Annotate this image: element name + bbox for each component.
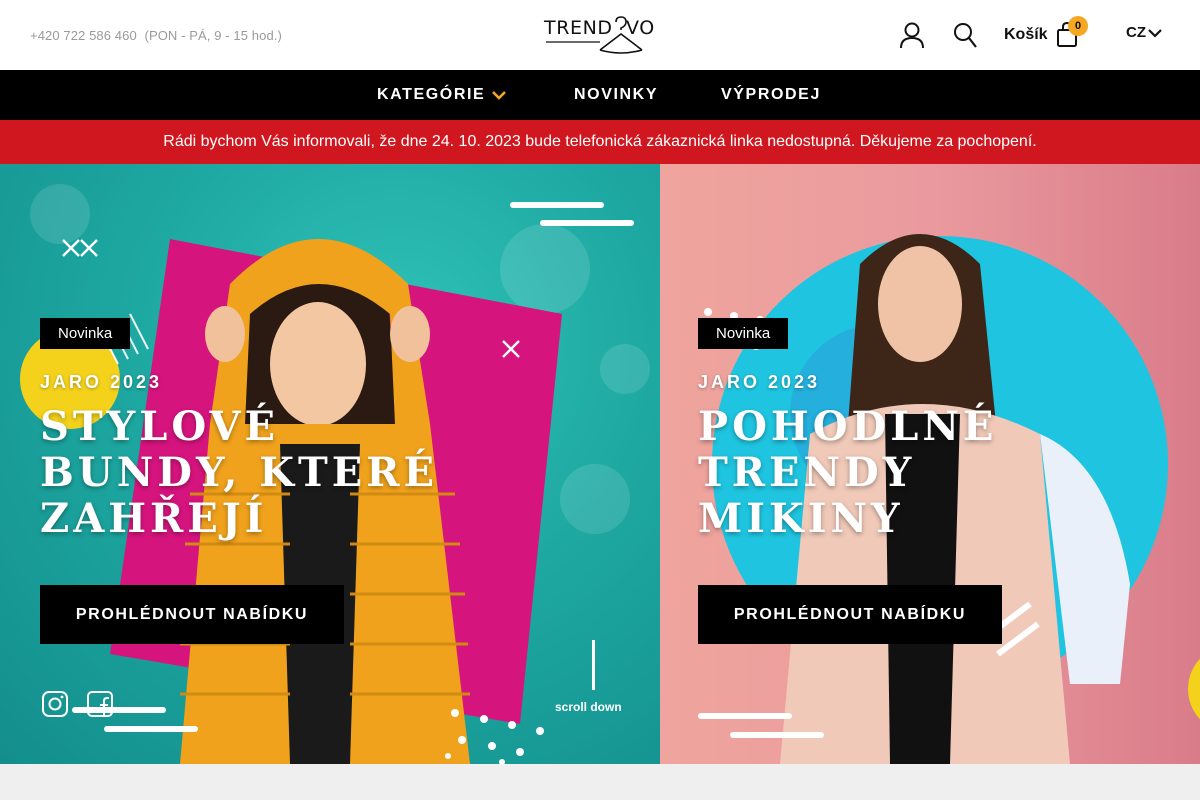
view-offer-button[interactable]: PROHLÉDNOUT NABÍDKU <box>40 585 344 644</box>
search-icon <box>954 23 977 48</box>
contact-info: +420 722 586 460 (PON - PÁ, 9 - 15 hod.) <box>30 28 282 43</box>
chevron-down-icon <box>1148 28 1162 38</box>
svg-text:VO: VO <box>626 17 655 39</box>
cart-label: Košík <box>1004 26 1048 43</box>
view-offer-button[interactable]: PROHLÉDNOUT NABÍDKU <box>698 585 1002 644</box>
hero-slide-jackets[interactable]: Novinka JARO 2023 STYLOVÉ BUNDY, KTERÉ Z… <box>0 164 660 764</box>
nav-item-vyprodej[interactable]: VÝPRODEJ <box>721 86 821 104</box>
hero-slide-hoodies[interactable]: Novinka JARO 2023 POHODLNÉ TRENDY MIKINY… <box>660 164 1200 764</box>
main-navigation: KATEGÓRIE NOVINKY VÝPRODEJ <box>0 70 1200 120</box>
slide-season: JARO 2023 <box>698 372 821 392</box>
language-label: CZ <box>1126 24 1146 41</box>
slide-season: JARO 2023 <box>40 372 163 392</box>
nav-item-label: VÝPRODEJ <box>721 86 821 103</box>
slide-headline: POHODLNÉ TRENDY MIKINY <box>698 403 998 542</box>
facebook-link[interactable] <box>86 690 114 718</box>
site-header: +420 722 586 460 (PON - PÁ, 9 - 15 hod.)… <box>0 0 1200 70</box>
account-button[interactable] <box>895 18 929 52</box>
cart-button[interactable]: Košík <box>1004 18 1078 52</box>
instagram-link[interactable] <box>41 690 69 718</box>
opening-hours: (PON - PÁ, 9 - 15 hod.) <box>144 28 282 43</box>
user-icon <box>900 22 924 49</box>
notice-banner: Rádi bychom Vás informovali, že dne 24. … <box>0 120 1200 164</box>
cart-count-badge: 0 <box>1068 16 1088 36</box>
nav-item-label: NOVINKY <box>574 86 659 103</box>
language-selector[interactable]: CZ <box>1126 24 1162 41</box>
nav-item-label: KATEGÓRIE <box>377 86 486 103</box>
scroll-indicator-line <box>592 640 595 690</box>
site-logo[interactable]: TREND VO <box>540 14 660 58</box>
instagram-icon <box>42 691 68 717</box>
new-badge: Novinka <box>40 318 131 349</box>
scroll-down-link[interactable]: scroll down <box>555 700 622 714</box>
page-section-divider <box>0 764 1200 800</box>
new-badge: Novinka <box>698 318 789 349</box>
chevron-down-icon <box>492 91 507 100</box>
search-button[interactable] <box>948 18 982 52</box>
logo-mark: TREND VO <box>543 16 655 54</box>
slide-headline: STYLOVÉ BUNDY, KTERÉ ZAHŘEJÍ <box>40 403 438 542</box>
nav-item-kategorie[interactable]: KATEGÓRIE <box>377 86 507 104</box>
nav-item-novinky[interactable]: NOVINKY <box>574 86 658 104</box>
svg-text:TREND: TREND <box>543 17 613 39</box>
notice-text: Rádi bychom Vás informovali, že dne 24. … <box>163 133 1037 150</box>
phone-number[interactable]: +420 722 586 460 <box>30 28 137 43</box>
facebook-icon <box>87 691 113 717</box>
